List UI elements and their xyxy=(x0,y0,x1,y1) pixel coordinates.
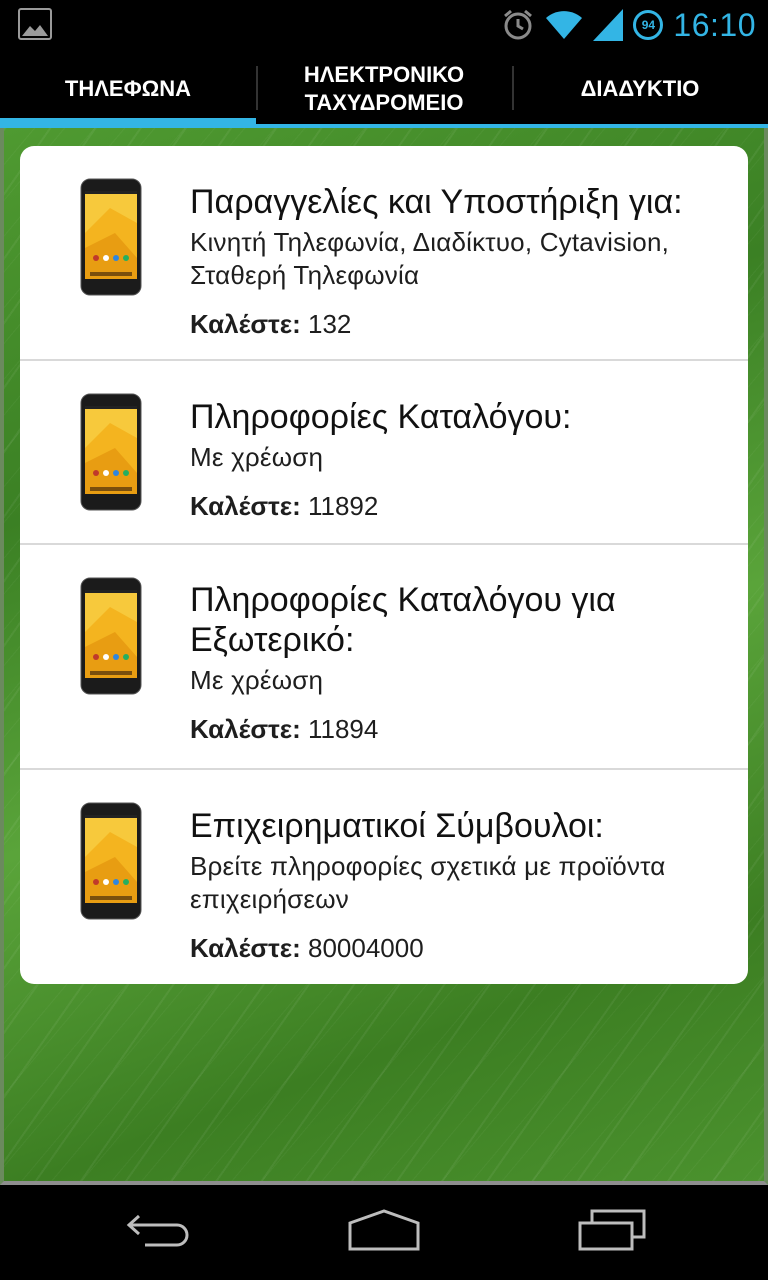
recent-apps-icon xyxy=(578,1209,646,1251)
call-line: Καλέστε: 80004000 xyxy=(190,932,734,964)
phone-icon xyxy=(80,178,142,296)
list-item[interactable]: Παραγγελίες και Υποστήριξη για: Κινητή Τ… xyxy=(20,146,748,361)
item-title: Παραγγελίες και Υποστήριξη για: xyxy=(190,183,683,221)
alarm-clock-icon xyxy=(504,9,533,40)
wifi-icon xyxy=(546,11,583,39)
item-title: Πληροφορίες Καταλόγου για Εξωτερικό: xyxy=(190,581,616,659)
status-bar: 94 16:10 xyxy=(0,0,768,50)
status-icons: 94 16:10 xyxy=(501,6,756,44)
tab-label: ΔΙΑΔΥΚΤΙΟ xyxy=(580,76,700,101)
item-title: Επιχειρηματικοί Σύμβουλοι: xyxy=(190,807,604,845)
home-button[interactable] xyxy=(334,1205,434,1255)
battery-icon: 94 xyxy=(633,10,664,40)
tab-internet[interactable]: ΔΙΑΔΥΚΤΙΟ xyxy=(512,50,768,128)
list-item[interactable]: Πληροφορίες Καταλόγου: Με χρέωση Καλέστε… xyxy=(20,361,748,545)
recent-apps-button[interactable] xyxy=(562,1205,662,1255)
phone-number[interactable]: 11894 xyxy=(308,714,378,744)
phone-icon xyxy=(80,802,142,920)
home-icon xyxy=(348,1209,420,1251)
tab-label: ΤΗΛΕΦΩΝΑ xyxy=(64,76,192,101)
tab-email[interactable]: ΗΛΕΚΤΡΟΝΙΚΟ ΤΑΧΥΔΡΟΜΕΙΟ xyxy=(256,50,512,128)
tab-indicator xyxy=(0,118,256,128)
call-label: Καλέστε: xyxy=(190,714,301,744)
item-description: Με χρέωση xyxy=(190,442,324,472)
list-item[interactable]: Πληροφορίες Καταλόγου για Εξωτερικό: Με … xyxy=(20,545,748,770)
back-icon xyxy=(126,1214,189,1247)
call-line: Καλέστε: 11894 xyxy=(190,713,734,745)
content-area: Παραγγελίες και Υποστήριξη για: Κινητή Τ… xyxy=(0,128,768,1185)
call-line: Καλέστε: 132 xyxy=(190,308,734,340)
item-description: Βρείτε πληροφορίες σχετικά με προϊόντα ε… xyxy=(190,851,666,914)
phone-icon xyxy=(80,393,142,511)
call-label: Καλέστε: xyxy=(190,491,301,521)
tab-bar: ΤΗΛΕΦΩΝΑ ΗΛΕΚΤΡΟΝΙΚΟ ΤΑΧΥΔΡΟΜΕΙΟ ΔΙΑΔΥΚΤ… xyxy=(0,50,768,128)
phone-number[interactable]: 80004000 xyxy=(308,933,424,963)
call-line: Καλέστε: 11892 xyxy=(190,490,734,522)
phone-icon xyxy=(80,577,142,695)
signal-icon xyxy=(593,9,624,41)
navigation-bar xyxy=(0,1185,768,1280)
item-description: Κινητή Τηλεφωνία, Διαδίκτυο, Cytavision,… xyxy=(190,227,670,290)
picture-icon xyxy=(18,8,52,40)
phone-number[interactable]: 11892 xyxy=(308,491,378,521)
call-label: Καλέστε: xyxy=(190,309,301,339)
phone-number[interactable]: 132 xyxy=(308,309,351,339)
list-item[interactable]: Επιχειρηματικοί Σύμβουλοι: Βρείτε πληροφ… xyxy=(20,770,748,984)
contacts-list: Παραγγελίες και Υποστήριξη για: Κινητή Τ… xyxy=(20,146,748,984)
call-label: Καλέστε: xyxy=(190,933,301,963)
back-button[interactable] xyxy=(110,1205,210,1255)
clock-time: 16:10 xyxy=(673,7,756,43)
tab-phones[interactable]: ΤΗΛΕΦΩΝΑ xyxy=(0,50,256,128)
tab-label: ΗΛΕΚΤΡΟΝΙΚΟ ΤΑΧΥΔΡΟΜΕΙΟ xyxy=(303,62,465,115)
item-description: Με χρέωση xyxy=(190,665,324,695)
battery-level: 94 xyxy=(641,18,656,32)
item-title: Πληροφορίες Καταλόγου: xyxy=(190,398,572,436)
